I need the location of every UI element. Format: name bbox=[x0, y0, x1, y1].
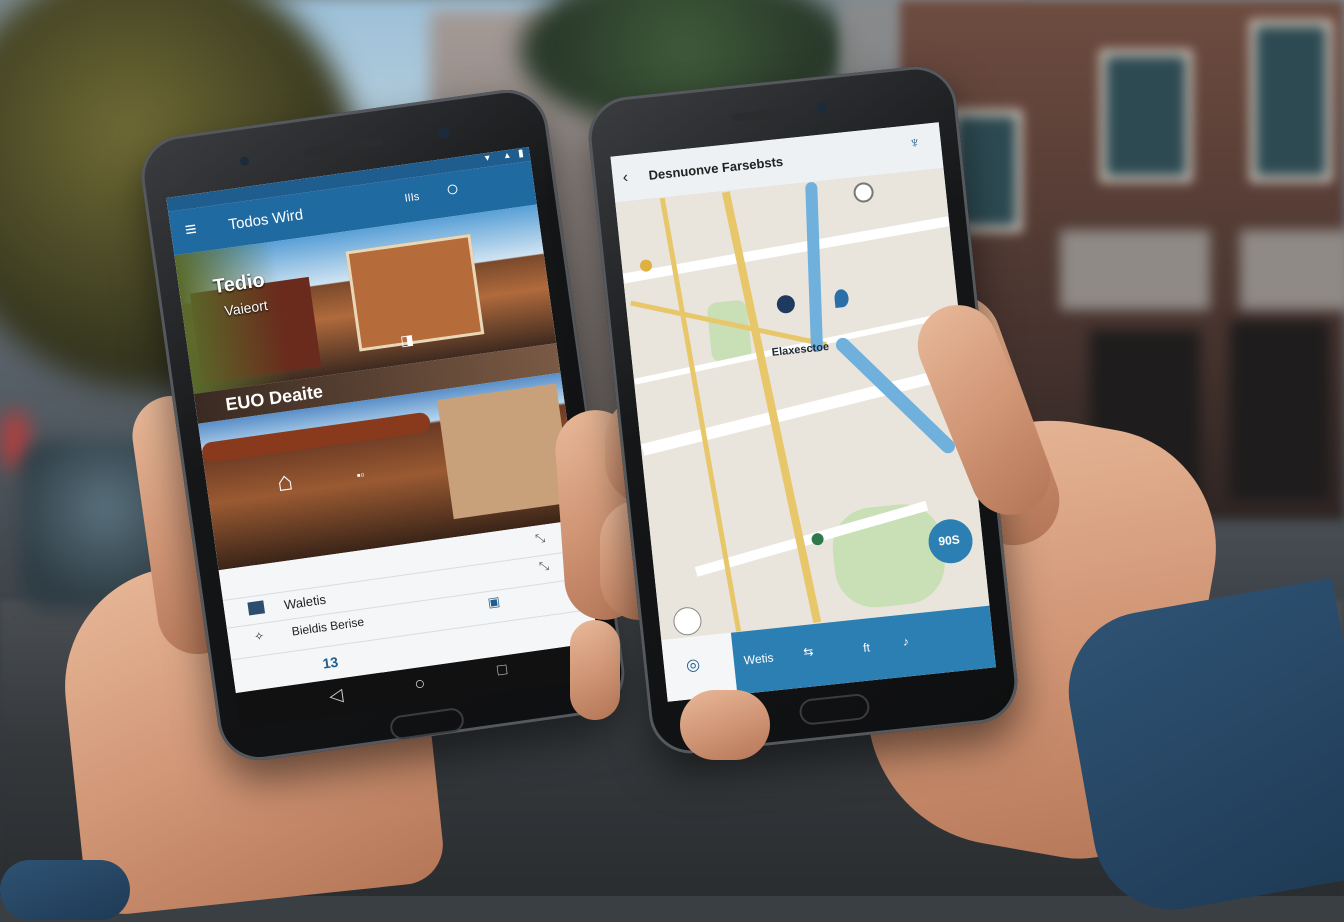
status-icon-text: IIIs bbox=[403, 190, 421, 205]
map-label: Elaxesctoe bbox=[771, 340, 830, 359]
window bbox=[1100, 50, 1192, 182]
sensor bbox=[437, 125, 451, 140]
map-view[interactable]: Elaxesctoe 90S bbox=[615, 167, 990, 641]
left-phone: ▾ ▴ ▮ ≡ Todos Wird IIIs ○ Tedio Vaieort … bbox=[136, 84, 630, 766]
mic-icon[interactable]: ♪ bbox=[902, 634, 909, 649]
footer-count: 13 bbox=[321, 653, 340, 672]
bottom-tab-label[interactable]: Wetis bbox=[743, 650, 774, 667]
left-sleeve bbox=[0, 860, 130, 920]
star-icon: ✧ bbox=[253, 628, 266, 644]
window bbox=[1250, 20, 1332, 182]
menu-icon[interactable]: ≡ bbox=[183, 218, 198, 242]
front-camera bbox=[815, 101, 829, 114]
back-icon[interactable]: ‹ bbox=[622, 169, 629, 187]
my-location-icon[interactable] bbox=[672, 605, 703, 637]
earpiece bbox=[731, 106, 803, 122]
earpiece bbox=[303, 137, 385, 157]
front-camera bbox=[239, 156, 250, 167]
refresh-icon[interactable]: ○ bbox=[444, 175, 461, 203]
house-facade bbox=[345, 233, 485, 352]
river bbox=[805, 181, 824, 353]
right-screen: ‹ Desnuonve Farsebsts ♆ Elaxesctoe 90S ◎… bbox=[610, 122, 996, 702]
map-icon: ◎ bbox=[685, 656, 701, 675]
right-hand-finger-bottom bbox=[680, 690, 770, 760]
wifi-icon: ▾ bbox=[484, 152, 491, 165]
building bbox=[437, 383, 573, 520]
share-icon[interactable]: ⤡ bbox=[538, 558, 550, 574]
signal-icon: ▴ bbox=[503, 149, 511, 162]
park-area bbox=[706, 299, 753, 364]
location-pin-icon[interactable]: ⌂ bbox=[275, 465, 295, 498]
photo-icon: ▪▫ bbox=[356, 469, 366, 483]
back-arrow-icon[interactable]: ◁ bbox=[328, 684, 345, 707]
location-pin-icon[interactable] bbox=[775, 294, 796, 315]
left-hand-finger-tip bbox=[570, 620, 620, 720]
home-button[interactable] bbox=[798, 692, 871, 726]
location-pin-icon[interactable] bbox=[833, 288, 850, 309]
bottom-tab-label[interactable]: ft bbox=[862, 640, 870, 655]
expand-icon[interactable]: ⤡ bbox=[534, 531, 546, 547]
card-icon bbox=[247, 600, 266, 616]
recent-apps-icon[interactable]: □ bbox=[496, 661, 508, 680]
share-icon[interactable]: ◨ bbox=[399, 331, 414, 350]
app-title: Todos Wird bbox=[227, 206, 305, 234]
bookmark-icon[interactable]: ▣ bbox=[487, 594, 501, 612]
list-item-label: Waletis bbox=[283, 591, 327, 613]
left-screen: ▾ ▴ ▮ ≡ Todos Wird IIIs ○ Tedio Vaieort … bbox=[166, 147, 599, 694]
awning bbox=[200, 411, 432, 464]
shop-sign bbox=[1060, 230, 1210, 310]
battery-icon: ▮ bbox=[517, 147, 525, 160]
mic-icon[interactable]: ♆ bbox=[908, 134, 922, 153]
list-item-label: Bieldis Berise bbox=[290, 614, 365, 639]
compass-icon[interactable] bbox=[852, 181, 875, 204]
home-icon[interactable]: ○ bbox=[413, 673, 427, 695]
fab-label: 90S bbox=[937, 532, 961, 549]
shop-sign bbox=[1240, 230, 1344, 310]
shop-door bbox=[1230, 320, 1330, 500]
poi-marker[interactable] bbox=[810, 532, 825, 546]
route-icon[interactable]: ⇆ bbox=[803, 644, 814, 659]
map-title: Desnuonve Farsebsts bbox=[647, 153, 784, 183]
